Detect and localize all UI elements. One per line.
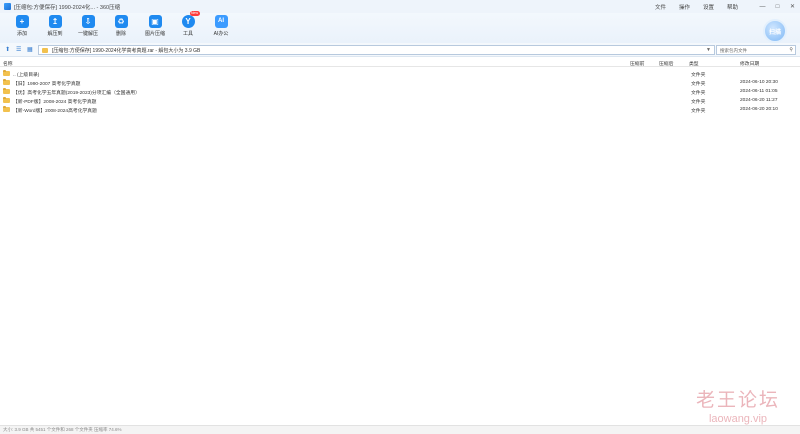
row-type: 文件夹 bbox=[691, 100, 706, 105]
row-date: 2024-06-20 11:27 bbox=[740, 98, 778, 103]
row-name: 【新-Word版】2008-2024高考化学真题 bbox=[13, 109, 97, 114]
delete-label: 删除 bbox=[115, 31, 126, 37]
folder-icon bbox=[3, 88, 10, 94]
watermark-cn: 老王论坛 bbox=[695, 389, 780, 411]
row-type: 文件夹 bbox=[691, 82, 706, 87]
one-click-extract-icon: ⇩ bbox=[81, 15, 95, 28]
watermark-en: laowang.vip bbox=[708, 413, 768, 425]
search-input[interactable] bbox=[717, 46, 786, 54]
title-menu: 文件 操作 设置 帮助 bbox=[642, 0, 738, 13]
status-bar: 大小: 3.9 GB 共 5451 个文件和 268 个文件夹 压缩率 74.6… bbox=[0, 425, 800, 434]
maximize-button[interactable]: □ bbox=[774, 4, 781, 10]
delete-button[interactable]: ♻ 删除 bbox=[106, 15, 136, 41]
ai-office-button[interactable]: AI AI办公 bbox=[206, 15, 236, 41]
menu-help[interactable]: 帮助 bbox=[727, 3, 738, 11]
close-button[interactable]: ✕ bbox=[789, 3, 796, 10]
row-type: 文件夹 bbox=[691, 109, 706, 114]
chevron-down-icon[interactable]: ▼ bbox=[706, 46, 711, 54]
column-size-before[interactable]: 压缩前 bbox=[630, 60, 644, 67]
image-compress-label: 图片压缩 bbox=[144, 31, 165, 37]
path-input[interactable]: [压缩包:方便保存] 1990-2024化学高考真题.rar - 解包大小为 3… bbox=[38, 45, 715, 55]
search-icon[interactable]: ⚲ bbox=[789, 46, 793, 54]
table-row[interactable]: 【新-PDF版】2008-2024 高考化学真题 文件夹 2024-06-20 … bbox=[0, 97, 800, 105]
list-view-icon[interactable]: ☰ bbox=[16, 46, 21, 53]
column-type[interactable]: 类型 bbox=[689, 60, 699, 67]
minimize-button[interactable]: — bbox=[759, 4, 766, 10]
scan-avatar[interactable]: 扫描 bbox=[763, 19, 787, 43]
ai-office-label: AI办公 bbox=[213, 31, 229, 37]
row-date: 2024-06-20 20:10 bbox=[740, 107, 778, 112]
column-name[interactable]: 名称 bbox=[3, 60, 13, 67]
toolbar: + 添加 ↥ 解压到 ⇩ 一键解压 ♻ 删除 ▣ 图片压缩 Y New 工具 A… bbox=[0, 11, 800, 43]
delete-icon: ♻ bbox=[114, 15, 128, 28]
tools-icon: Y New bbox=[181, 11, 200, 28]
tools-label: 工具 bbox=[182, 31, 193, 37]
folder-icon bbox=[3, 97, 10, 103]
row-name: 【优】高考化学五年真题(2019-2023)分项汇编（全国通用） bbox=[13, 91, 140, 96]
one-click-extract-label: 一键解压 bbox=[77, 31, 98, 37]
app-logo-icon bbox=[4, 3, 11, 10]
image-compress-button[interactable]: ▣ 图片压缩 bbox=[140, 15, 170, 41]
path-bar: ⬆ ☰ ▦ [压缩包:方便保存] 1990-2024化学高考真题.rar - 解… bbox=[0, 43, 800, 57]
one-click-extract-button[interactable]: ⇩ 一键解压 bbox=[73, 15, 103, 41]
path-text: [压缩包:方便保存] 1990-2024化学高考真题.rar - 解包大小为 3… bbox=[52, 47, 201, 54]
window-controls: — □ ✕ bbox=[751, 0, 796, 13]
row-name: .. (上级目录) bbox=[13, 73, 40, 78]
row-type: 文件夹 bbox=[691, 91, 706, 96]
extract-to-button[interactable]: ↥ 解压到 bbox=[40, 15, 70, 41]
folder-icon bbox=[3, 70, 10, 76]
folder-icon bbox=[3, 79, 10, 85]
watermark: 老王论坛 laowang.vip bbox=[683, 385, 793, 425]
status-text: 大小: 3.9 GB 共 5451 个文件和 268 个文件夹 压缩率 74.6… bbox=[3, 427, 122, 432]
add-button-label: 添加 bbox=[16, 31, 27, 37]
ai-office-icon: AI bbox=[214, 15, 228, 28]
table-row[interactable]: 【新-Word版】2008-2024高考化学真题 文件夹 2024-06-20 … bbox=[0, 106, 800, 114]
add-icon: + bbox=[15, 15, 29, 28]
table-row[interactable]: 【旧】1990-2007 高考化学真题 文件夹 2024-06-10 20:30 bbox=[0, 79, 800, 87]
row-name: 【新-PDF版】2008-2024 高考化学真题 bbox=[13, 100, 97, 105]
table-row[interactable]: .. (上级目录) 文件夹 bbox=[0, 70, 800, 78]
row-type: 文件夹 bbox=[691, 73, 706, 78]
menu-operate[interactable]: 操作 bbox=[679, 3, 690, 11]
menu-settings[interactable]: 设置 bbox=[703, 3, 714, 11]
row-date: 2024-06-10 20:30 bbox=[740, 80, 778, 85]
image-compress-icon: ▣ bbox=[148, 15, 162, 28]
column-date[interactable]: 修改日期 bbox=[740, 60, 759, 67]
folder-icon bbox=[3, 106, 10, 112]
search-box[interactable]: ⚲ bbox=[716, 45, 796, 55]
archive-folder-icon bbox=[42, 47, 48, 53]
menu-file[interactable]: 文件 bbox=[655, 3, 666, 11]
add-button[interactable]: + 添加 bbox=[7, 15, 37, 41]
grid-view-icon[interactable]: ▦ bbox=[27, 46, 33, 53]
column-header: 名称 压缩前 压缩后 类型 修改日期 bbox=[0, 59, 800, 67]
row-date: 2024-06-11 01:05 bbox=[740, 89, 778, 94]
window-title: [压缩包:方便保存] 1990-2024化... - 360压缩 bbox=[14, 4, 121, 11]
extract-to-icon: ↥ bbox=[48, 15, 62, 28]
extract-to-label: 解压到 bbox=[47, 31, 63, 37]
new-badge: New bbox=[189, 11, 200, 16]
table-row[interactable]: 【优】高考化学五年真题(2019-2023)分项汇编（全国通用） 文件夹 202… bbox=[0, 88, 800, 96]
title-bar: [压缩包:方便保存] 1990-2024化... - 360压缩 文件 操作 设… bbox=[0, 0, 800, 13]
up-arrow-icon[interactable]: ⬆ bbox=[5, 46, 10, 53]
row-name: 【旧】1990-2007 高考化学真题 bbox=[13, 82, 81, 87]
tools-button[interactable]: Y New 工具 bbox=[173, 11, 203, 41]
column-size-after[interactable]: 压缩后 bbox=[659, 60, 673, 67]
